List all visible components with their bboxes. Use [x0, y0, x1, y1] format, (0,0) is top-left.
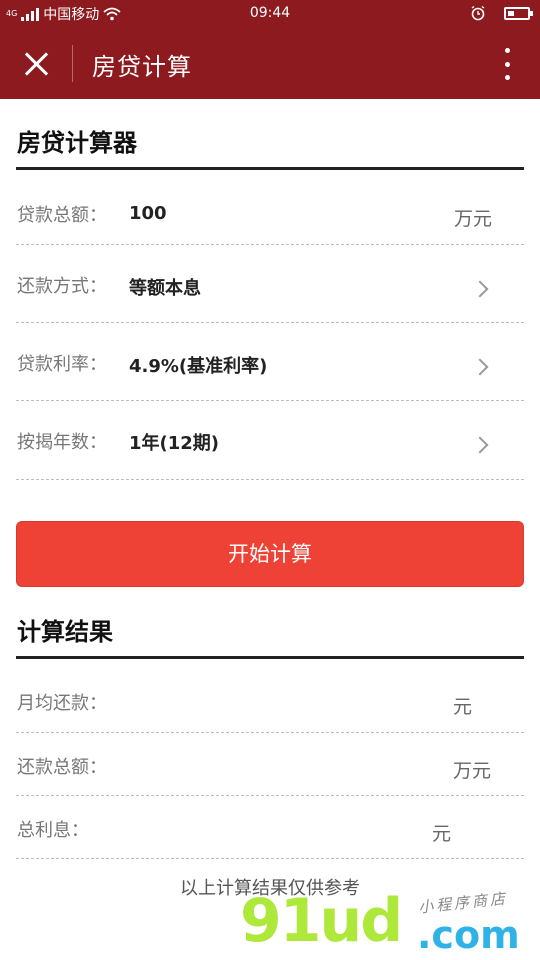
calculate-button[interactable]: 开始计算	[16, 521, 524, 587]
repayment-method-value[interactable]: 等额本息	[129, 274, 201, 300]
page-title: 房贷计算	[92, 53, 192, 81]
interest-rate-value[interactable]: 4.9%(基准利率)	[129, 352, 267, 378]
total-repayment-label: 还款总额：	[17, 757, 107, 778]
interest-rate-label: 贷款利率：	[17, 354, 107, 375]
mortgage-years-label: 按揭年数：	[17, 432, 107, 453]
results-title: 计算结果	[17, 618, 113, 646]
app-header: 房贷计算	[0, 28, 540, 99]
header-divider	[72, 45, 73, 82]
monthly-payment-unit: 元	[453, 696, 473, 718]
total-repayment-unit: 万元	[453, 760, 492, 782]
row-divider	[16, 479, 524, 480]
status-right	[470, 5, 533, 21]
row-divider	[16, 795, 524, 796]
mortgage-years-value[interactable]: 1年(12期)	[129, 429, 219, 455]
total-interest-unit: 元	[432, 823, 452, 845]
row-divider	[16, 858, 524, 859]
total-interest-label: 总利息：	[17, 820, 89, 841]
monthly-payment-label: 月均还款：	[17, 693, 107, 714]
repayment-method-label: 还款方式：	[17, 276, 107, 297]
close-icon[interactable]	[20, 48, 52, 80]
watermark-logo: 91ud 小程序商店 .com	[240, 888, 530, 960]
clock: 09:44	[249, 5, 291, 21]
more-options-icon[interactable]	[502, 48, 512, 80]
alarm-icon	[471, 5, 485, 21]
page: 4G 中国移动 09:44 房贷计算 房贷计算器 贷款总额： 100 万元 还款…	[0, 0, 540, 960]
loan-amount-unit: 万元	[454, 208, 493, 230]
loan-amount-label: 贷款总额：	[17, 205, 107, 226]
calculator-title-rule	[16, 167, 524, 170]
row-divider	[16, 732, 524, 733]
results-title-rule	[16, 656, 524, 659]
loan-amount-input[interactable]: 100	[129, 203, 167, 224]
calculator-title: 房贷计算器	[17, 129, 137, 157]
status-bar: 4G 中国移动 09:44	[0, 0, 540, 28]
watermark-suffix: .com	[417, 913, 520, 957]
battery-icon	[504, 6, 533, 20]
watermark-main: 91ud	[240, 886, 403, 956]
